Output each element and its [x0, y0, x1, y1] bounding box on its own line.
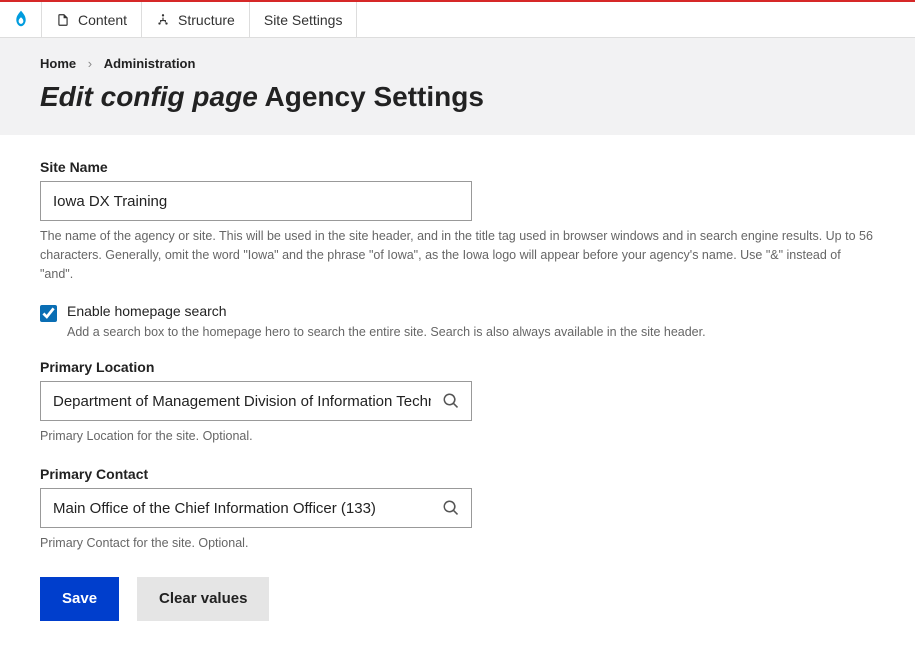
drupal-logo[interactable] — [0, 2, 42, 37]
site-name-input[interactable] — [40, 181, 472, 221]
toolbar-item-label: Content — [78, 12, 127, 28]
page-title-prefix: Edit config page — [40, 81, 258, 112]
homepage-search-checkbox[interactable] — [40, 305, 57, 322]
breadcrumb-home[interactable]: Home — [40, 56, 76, 71]
document-icon — [56, 13, 70, 27]
primary-contact-description: Primary Contact for the site. Optional. — [40, 534, 875, 553]
toolbar-item-label: Structure — [178, 12, 235, 28]
primary-location-field-group: Primary Location Primary Location for th… — [40, 359, 875, 446]
form: Site Name The name of the agency or site… — [0, 135, 915, 645]
toolbar-content[interactable]: Content — [42, 2, 142, 37]
homepage-search-description: Add a search box to the homepage hero to… — [67, 325, 706, 339]
homepage-search-field-group: Enable homepage search Add a search box … — [40, 303, 875, 339]
site-name-field-group: Site Name The name of the agency or site… — [40, 159, 875, 283]
clear-values-button[interactable]: Clear values — [137, 577, 269, 621]
primary-contact-input[interactable] — [40, 488, 472, 528]
breadcrumb-admin[interactable]: Administration — [104, 56, 196, 71]
primary-contact-field-group: Primary Contact Primary Contact for the … — [40, 466, 875, 553]
admin-toolbar: Content Structure Site Settings — [0, 0, 915, 38]
homepage-search-label[interactable]: Enable homepage search — [67, 303, 227, 319]
page-title-suffix: Agency Settings — [258, 81, 484, 112]
page-title: Edit config page Agency Settings — [40, 81, 875, 113]
primary-contact-label: Primary Contact — [40, 466, 875, 482]
hierarchy-icon — [156, 13, 170, 27]
primary-location-input[interactable] — [40, 381, 472, 421]
toolbar-site-settings[interactable]: Site Settings — [250, 2, 358, 37]
site-name-label: Site Name — [40, 159, 875, 175]
primary-location-description: Primary Location for the site. Optional. — [40, 427, 875, 446]
page-header: Home › Administration Edit config page A… — [0, 38, 915, 135]
chevron-right-icon: › — [88, 56, 92, 71]
site-name-description: The name of the agency or site. This wil… — [40, 227, 875, 283]
save-button[interactable]: Save — [40, 577, 119, 621]
form-actions: Save Clear values — [40, 577, 875, 621]
toolbar-structure[interactable]: Structure — [142, 2, 250, 37]
drupal-icon — [11, 9, 31, 31]
breadcrumb: Home › Administration — [40, 56, 875, 71]
primary-location-label: Primary Location — [40, 359, 875, 375]
toolbar-item-label: Site Settings — [264, 12, 343, 28]
